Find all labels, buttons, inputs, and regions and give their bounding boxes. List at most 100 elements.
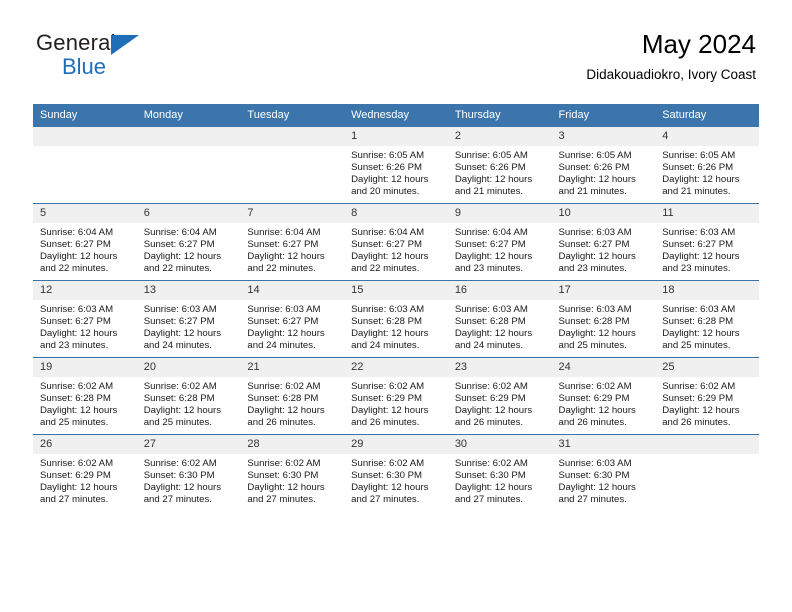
calendar-day-cell[interactable]: 5 Sunrise: 6:04 AM Sunset: 6:27 PM Daylight… bbox=[33, 203, 137, 281]
calendar-day-cell[interactable]: 11 Sunrise: 6:03 AM Sunset: 6:27 PM Dayligh… bbox=[655, 203, 759, 281]
day-details: Sunrise: 6:05 AM Sunset: 6:26 PM Daylight:… bbox=[448, 146, 552, 198]
day-number bbox=[33, 127, 137, 146]
daylight-text-line2: and 24 minutes. bbox=[143, 340, 212, 352]
day-details: Sunrise: 6:02 AM Sunset: 6:29 PM Daylight:… bbox=[344, 377, 448, 429]
daylight-text-line2: and 21 minutes. bbox=[558, 186, 627, 198]
sunset-text: Sunset: 6:30 PM bbox=[247, 470, 319, 482]
calendar-day-cell[interactable]: 6 Sunrise: 6:04 AM Sunset: 6:27 PM Daylight… bbox=[136, 203, 241, 281]
logo-text-general: General bbox=[36, 30, 116, 55]
sunrise-text: Sunrise: 6:02 AM bbox=[351, 381, 425, 392]
sunset-text: Sunset: 6:27 PM bbox=[40, 316, 111, 328]
sunset-text: Sunset: 6:29 PM bbox=[558, 393, 630, 405]
day-number: 16 bbox=[447, 281, 552, 300]
daylight-text-line2: and 26 minutes. bbox=[454, 417, 524, 429]
calendar-day-cell[interactable]: 8 Sunrise: 6:04 AM Sunset: 6:27 PM Daylight… bbox=[344, 203, 448, 281]
calendar-day-cell[interactable]: 1 Sunrise: 6:05 AM Sunset: 6:26 PM Daylight… bbox=[344, 126, 448, 204]
calendar-day-cell[interactable]: 3 Sunrise: 6:05 AM Sunset: 6:26 PM Daylight… bbox=[551, 126, 656, 204]
general-blue-logo[interactable]: General Blue bbox=[36, 32, 236, 88]
sunrise-text: Sunrise: 6:03 AM bbox=[40, 304, 114, 315]
logo-text-blue: Blue bbox=[62, 54, 107, 79]
calendar-day-cell[interactable]: 22 Sunrise: 6:02 AM Sunset: 6:29 PM Dayligh… bbox=[344, 357, 448, 435]
calendar-day-cell[interactable]: 30 Sunrise: 6:02 AM Sunset: 6:30 PM Dayligh… bbox=[447, 434, 552, 511]
daylight-text-line2: and 23 minutes. bbox=[454, 263, 524, 275]
calendar-day-cell[interactable]: 17 Sunrise: 6:03 AM Sunset: 6:28 PM Dayligh… bbox=[551, 280, 656, 358]
calendar-day-cell[interactable]: 15 Sunrise: 6:03 AM Sunset: 6:28 PM Dayligh… bbox=[344, 280, 448, 358]
calendar-day-cell[interactable]: 10 Sunrise: 6:03 AM Sunset: 6:27 PM Dayligh… bbox=[551, 203, 656, 281]
calendar-body: 1 Sunrise: 6:05 AM Sunset: 6:26 PM Daylight… bbox=[33, 126, 759, 511]
calendar-day-cell[interactable]: 9 Sunrise: 6:04 AM Sunset: 6:27 PM Daylight… bbox=[447, 203, 552, 281]
sunrise-text: Sunrise: 6:02 AM bbox=[143, 381, 217, 392]
sunset-text: Sunset: 6:27 PM bbox=[351, 239, 423, 251]
calendar-day-cell[interactable]: 21 Sunrise: 6:02 AM Sunset: 6:28 PM Dayligh… bbox=[240, 357, 345, 435]
calendar-day-cell[interactable]: 28 Sunrise: 6:02 AM Sunset: 6:30 PM Dayligh… bbox=[240, 434, 345, 511]
sunrise-text: Sunrise: 6:02 AM bbox=[351, 458, 425, 469]
day-number: 6 bbox=[136, 204, 241, 223]
sunrise-text: Sunrise: 6:02 AM bbox=[40, 458, 114, 469]
calendar-day-cell[interactable]: 29 Sunrise: 6:02 AM Sunset: 6:30 PM Dayligh… bbox=[344, 434, 448, 511]
calendar-day-cell[interactable]: 25 Sunrise: 6:02 AM Sunset: 6:29 PM Dayligh… bbox=[655, 357, 759, 435]
calendar-day-cell[interactable]: 14 Sunrise: 6:03 AM Sunset: 6:27 PM Dayligh… bbox=[240, 280, 345, 358]
sunrise-text: Sunrise: 6:02 AM bbox=[558, 381, 632, 392]
calendar-day-cell[interactable]: 13 Sunrise: 6:03 AM Sunset: 6:27 PM Dayligh… bbox=[136, 280, 241, 358]
calendar-week-row: 12 Sunrise: 6:03 AM Sunset: 6:27 PM Dayligh… bbox=[33, 280, 759, 358]
calendar-day-cell[interactable]: 7 Sunrise: 6:04 AM Sunset: 6:27 PM Daylight… bbox=[240, 203, 345, 281]
day-number: 2 bbox=[447, 127, 552, 146]
daylight-text-line2: and 24 minutes. bbox=[454, 340, 524, 352]
sunrise-text: Sunrise: 6:03 AM bbox=[351, 304, 425, 315]
day-details: Sunrise: 6:02 AM Sunset: 6:30 PM Daylight:… bbox=[240, 454, 344, 506]
sunrise-text: Sunrise: 6:04 AM bbox=[351, 227, 425, 238]
sunset-text: Sunset: 6:26 PM bbox=[454, 162, 526, 174]
calendar-day-cell[interactable]: 26 Sunrise: 6:02 AM Sunset: 6:29 PM Dayligh… bbox=[33, 434, 137, 511]
daylight-text-line1: Daylight: 12 hours bbox=[662, 174, 740, 186]
day-details: Sunrise: 6:03 AM Sunset: 6:27 PM Daylight:… bbox=[655, 223, 759, 275]
sunrise-text: Sunrise: 6:05 AM bbox=[662, 150, 736, 161]
sunrise-text: Sunrise: 6:02 AM bbox=[247, 458, 321, 469]
daylight-text-line2: and 26 minutes. bbox=[351, 417, 420, 429]
calendar-day-cell[interactable]: 18 Sunrise: 6:03 AM Sunset: 6:28 PM Dayligh… bbox=[655, 280, 759, 358]
sunset-text: Sunset: 6:28 PM bbox=[247, 393, 319, 405]
calendar-day-cell[interactable]: 31 Sunrise: 6:03 AM Sunset: 6:30 PM Dayligh… bbox=[551, 434, 656, 511]
calendar-day-cell[interactable]: 12 Sunrise: 6:03 AM Sunset: 6:27 PM Dayligh… bbox=[33, 280, 137, 358]
calendar-day-cell[interactable]: 24 Sunrise: 6:02 AM Sunset: 6:29 PM Dayligh… bbox=[551, 357, 656, 435]
daylight-text-line1: Daylight: 12 hours bbox=[40, 328, 118, 340]
calendar-day-cell[interactable]: 4 Sunrise: 6:05 AM Sunset: 6:26 PM Daylight… bbox=[655, 126, 759, 204]
daylight-text-line2: and 25 minutes. bbox=[143, 417, 212, 429]
calendar-day-cell[interactable]: 19 Sunrise: 6:02 AM Sunset: 6:28 PM Dayligh… bbox=[33, 357, 137, 435]
calendar-day-cell[interactable]: 23 Sunrise: 6:02 AM Sunset: 6:29 PM Dayligh… bbox=[447, 357, 552, 435]
sunrise-text: Sunrise: 6:05 AM bbox=[558, 150, 632, 161]
calendar-day-cell[interactable]: 2 Sunrise: 6:05 AM Sunset: 6:26 PM Daylight… bbox=[447, 126, 552, 204]
daylight-text-line1: Daylight: 12 hours bbox=[558, 251, 636, 263]
day-details: Sunrise: 6:02 AM Sunset: 6:30 PM Daylight:… bbox=[448, 454, 552, 506]
weekday-header-thursday: Thursday bbox=[447, 104, 552, 127]
calendar-cell-empty bbox=[33, 126, 137, 204]
day-number: 7 bbox=[240, 204, 345, 223]
day-number: 1 bbox=[344, 127, 448, 146]
day-details: Sunrise: 6:04 AM Sunset: 6:27 PM Daylight:… bbox=[240, 223, 344, 275]
sunset-text: Sunset: 6:27 PM bbox=[40, 239, 111, 251]
weekday-header-friday: Friday bbox=[551, 104, 656, 127]
daylight-text-line2: and 21 minutes. bbox=[454, 186, 524, 198]
daylight-text-line2: and 27 minutes. bbox=[247, 494, 316, 506]
day-details: Sunrise: 6:02 AM Sunset: 6:29 PM Daylight:… bbox=[448, 377, 552, 429]
calendar-day-cell[interactable]: 27 Sunrise: 6:02 AM Sunset: 6:30 PM Dayligh… bbox=[136, 434, 241, 511]
day-details: Sunrise: 6:03 AM Sunset: 6:27 PM Daylight:… bbox=[552, 223, 656, 275]
daylight-text-line2: and 25 minutes. bbox=[558, 340, 627, 352]
sunrise-text: Sunrise: 6:03 AM bbox=[558, 227, 632, 238]
calendar-day-cell[interactable]: 16 Sunrise: 6:03 AM Sunset: 6:28 PM Dayligh… bbox=[447, 280, 552, 358]
daylight-text-line2: and 25 minutes. bbox=[662, 340, 731, 352]
weekday-header-wednesday: Wednesday bbox=[344, 104, 448, 127]
day-details: Sunrise: 6:05 AM Sunset: 6:26 PM Daylight:… bbox=[655, 146, 759, 198]
day-number bbox=[240, 127, 345, 146]
weekday-header-sunday: Sunday bbox=[33, 104, 137, 127]
day-number: 21 bbox=[240, 358, 345, 377]
day-number: 19 bbox=[33, 358, 137, 377]
day-number: 8 bbox=[344, 204, 448, 223]
weekday-header-monday: Monday bbox=[136, 104, 241, 127]
sunset-text: Sunset: 6:28 PM bbox=[40, 393, 111, 405]
calendar-day-cell[interactable]: 20 Sunrise: 6:02 AM Sunset: 6:28 PM Dayligh… bbox=[136, 357, 241, 435]
day-details: Sunrise: 6:03 AM Sunset: 6:28 PM Daylight:… bbox=[552, 300, 656, 352]
day-details: Sunrise: 6:02 AM Sunset: 6:29 PM Daylight:… bbox=[655, 377, 759, 429]
sunset-text: Sunset: 6:27 PM bbox=[662, 239, 734, 251]
daylight-text-line1: Daylight: 12 hours bbox=[558, 405, 636, 417]
sunset-text: Sunset: 6:27 PM bbox=[454, 239, 526, 251]
